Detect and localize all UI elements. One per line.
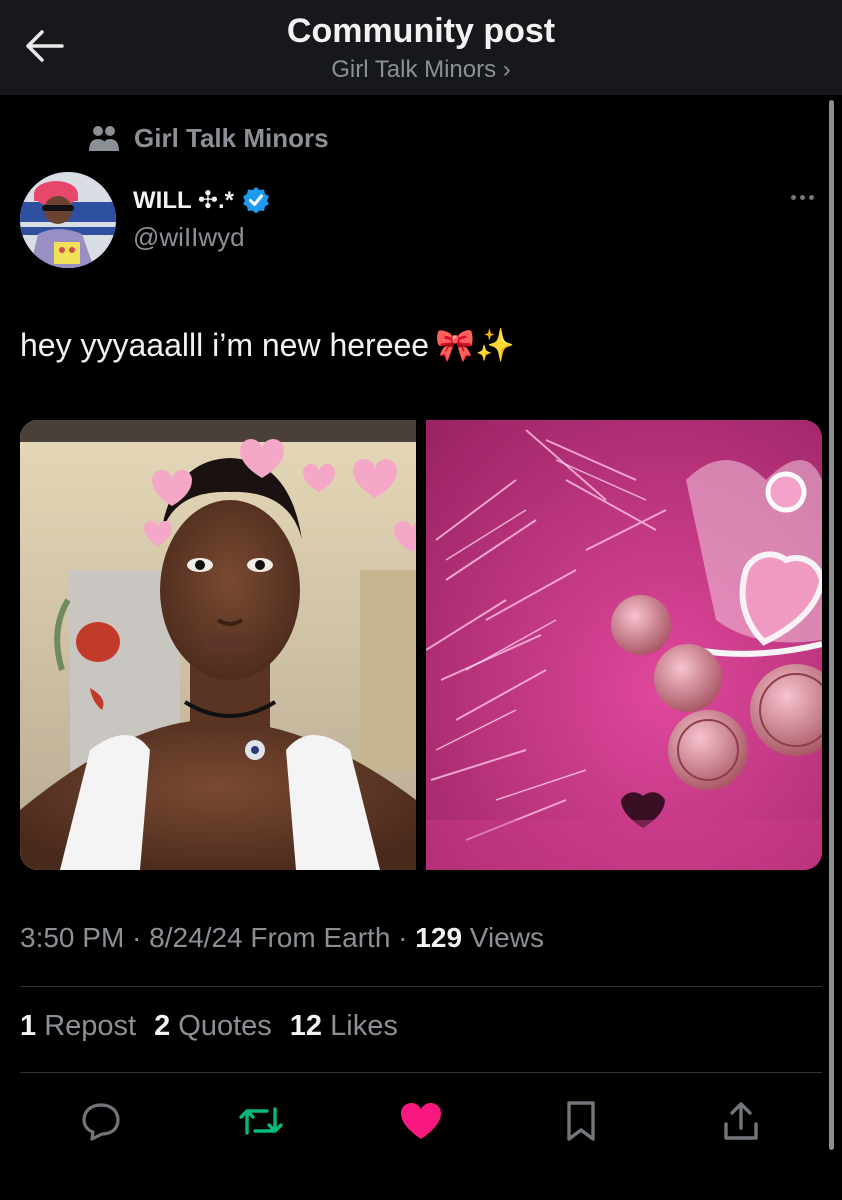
more-dot-icon <box>790 194 796 200</box>
post-metadata: 3:50 PM · 8/24/24 From Earth · 129 Views <box>20 922 544 954</box>
community-name: Girl Talk Minors <box>134 122 329 153</box>
likes-stat[interactable]: 12 Likes <box>290 1010 398 1043</box>
post-text: hey yyyaaalll i’m new hereee 🎀✨ <box>20 326 515 364</box>
repost-button[interactable] <box>236 1096 286 1146</box>
repost-icon <box>239 1107 283 1135</box>
like-button[interactable] <box>396 1096 446 1146</box>
community-link[interactable]: Girl Talk Minors › <box>0 56 842 84</box>
reposts-count: 1 <box>20 1010 37 1042</box>
share-icon <box>724 1102 758 1140</box>
community-context[interactable]: Girl Talk Minors <box>88 120 329 156</box>
more-options-button[interactable] <box>782 185 822 209</box>
post-body: hey yyyaaalll i’m new hereee <box>20 326 430 363</box>
heart-icon <box>401 1103 441 1139</box>
likes-count: 12 <box>289 1010 323 1042</box>
views-count: 129 <box>415 922 463 953</box>
author-handle[interactable]: @wiIIwyd <box>133 222 245 253</box>
post-image-pink-aesthetic[interactable] <box>426 420 822 870</box>
divider <box>20 1072 822 1073</box>
bookmark-button[interactable] <box>556 1096 606 1146</box>
verified-badge-icon <box>243 187 269 214</box>
bookmark-icon <box>567 1101 595 1141</box>
post-date: 8/24/24 <box>149 922 243 953</box>
share-button[interactable] <box>716 1096 766 1146</box>
author-name-row[interactable]: WILL ✣.* <box>133 182 270 218</box>
post-emoji: 🎀✨ <box>435 327 515 363</box>
reposts-stat[interactable]: 1 Repost <box>20 1010 136 1043</box>
display-name: WILL ✣.* <box>133 186 234 214</box>
divider <box>20 986 822 987</box>
media-grid <box>20 420 822 870</box>
reply-button[interactable] <box>76 1096 126 1146</box>
likes-label: Likes <box>322 1010 398 1042</box>
post-image-selfie[interactable] <box>20 420 416 870</box>
post-source: From Earth <box>242 922 391 953</box>
quotes-count: 2 <box>154 1010 171 1042</box>
reply-icon <box>82 1103 120 1141</box>
more-dot-icon <box>808 194 814 200</box>
views-label: Views <box>462 922 544 953</box>
more-dot-icon <box>799 194 805 200</box>
page-title: Community post <box>286 12 556 50</box>
quotes-label: Quotes <box>170 1010 272 1042</box>
scrollbar[interactable] <box>829 100 834 1150</box>
people-icon <box>89 126 119 151</box>
post-time: 3:50 PM <box>20 922 125 953</box>
engagement-stats: 1 Repost 2 Quotes 12 Likes <box>20 1010 398 1043</box>
separator: · <box>124 922 150 953</box>
reposts-label: Repost <box>36 1010 137 1042</box>
quotes-stat[interactable]: 2 Quotes <box>154 1010 272 1043</box>
separator: · <box>390 922 416 953</box>
top-bar: Community post Girl Talk Minors › <box>0 0 842 95</box>
avatar[interactable] <box>20 172 116 268</box>
